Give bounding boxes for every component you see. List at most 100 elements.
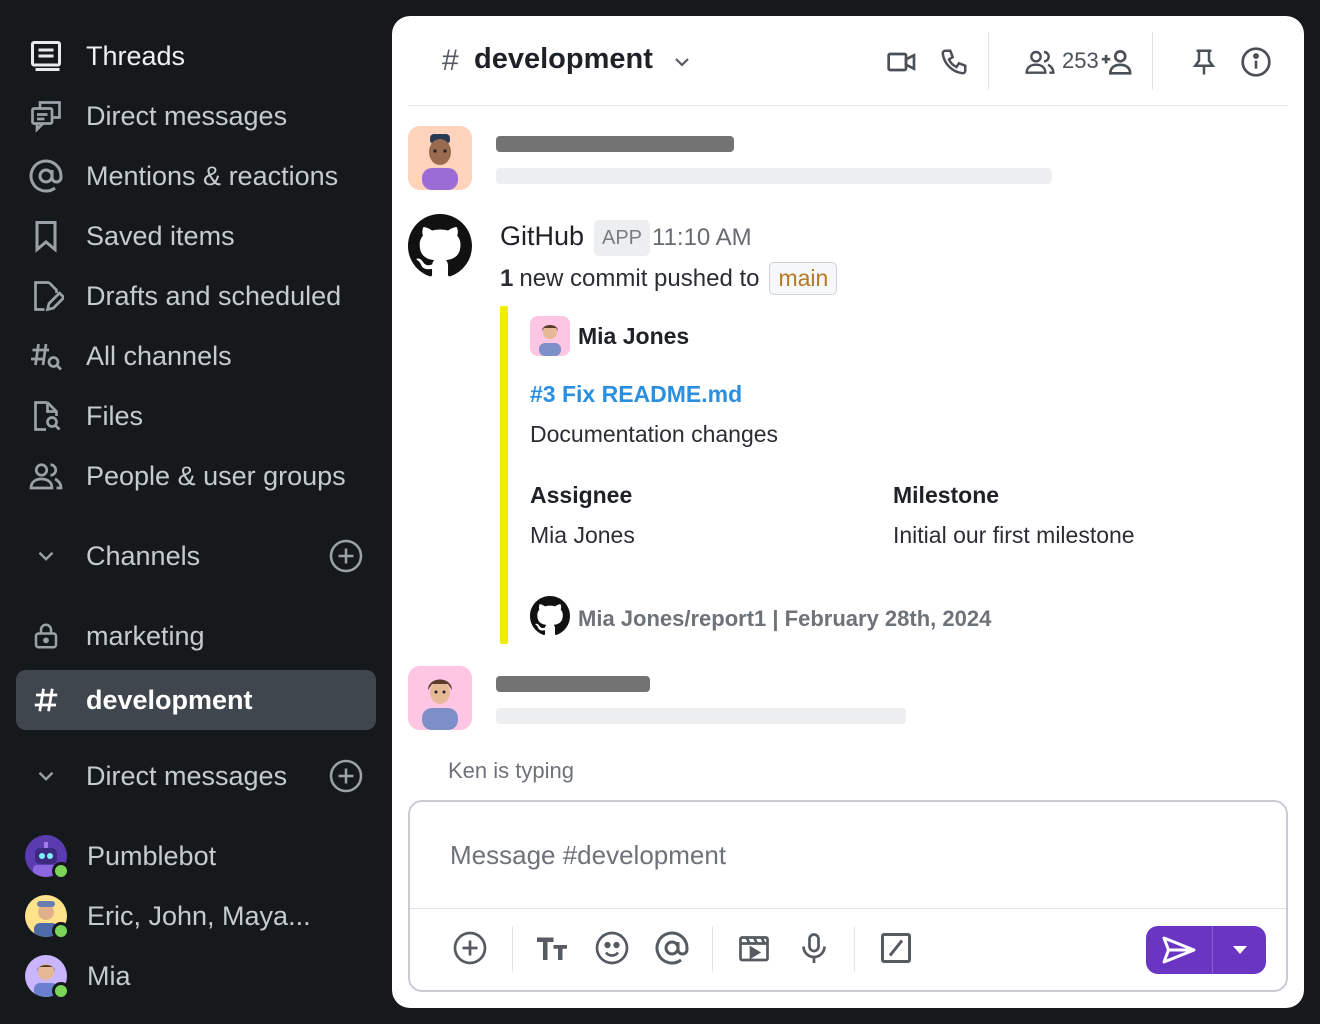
- sidebar-item-files[interactable]: Files: [16, 390, 376, 442]
- lock-icon: [26, 616, 66, 656]
- member-count[interactable]: 253: [1062, 48, 1099, 74]
- video-call-icon[interactable]: [884, 44, 920, 80]
- sidebar-item-label: Drafts and scheduled: [86, 280, 342, 311]
- send-button[interactable]: [1146, 926, 1212, 974]
- channel-hash-icon: #: [442, 44, 459, 77]
- sidebar-item-all-channels[interactable]: All channels: [16, 330, 376, 382]
- sidebar-item-label: development: [86, 684, 253, 715]
- microphone-icon[interactable]: [794, 928, 834, 968]
- online-status-icon: [52, 982, 70, 1000]
- schedule-dropdown-icon[interactable]: [1213, 926, 1266, 974]
- chevron-down-icon[interactable]: [670, 50, 694, 74]
- sidebar-item-label: All channels: [86, 340, 232, 371]
- bookmark-icon: [26, 216, 66, 256]
- phone-icon[interactable]: [936, 44, 972, 80]
- attachment-footer: Mia Jones/report1 | February 28th, 2024: [530, 596, 991, 641]
- video-clip-icon[interactable]: [734, 928, 774, 968]
- message-skeleton-name: [496, 136, 734, 152]
- commit-count: 1: [500, 264, 514, 292]
- sidebar-item-saved[interactable]: Saved items: [16, 210, 376, 262]
- field-title-assignee: Assignee: [530, 482, 633, 508]
- message-timestamp[interactable]: 11:10 AM: [652, 224, 752, 252]
- dms-section-label: Direct messages: [86, 760, 288, 791]
- sidebar-dm-group[interactable]: Eric, John, Maya...: [16, 890, 376, 942]
- online-status-icon: [52, 862, 70, 880]
- channel-view: # development 253 GitHub APP 11:10 AM 1 …: [392, 16, 1304, 1008]
- commit-text: new commit pushed to: [519, 264, 760, 292]
- slash-command-icon[interactable]: [876, 928, 916, 968]
- channel-title[interactable]: development: [474, 43, 653, 76]
- dms-section-toggle[interactable]: Direct messages: [16, 750, 376, 802]
- add-member-icon[interactable]: [1098, 44, 1134, 80]
- add-attachment-icon[interactable]: [450, 928, 490, 968]
- avatar[interactable]: [408, 666, 472, 730]
- sidebar-item-drafts[interactable]: Drafts and scheduled: [16, 270, 376, 322]
- header-divider: [1152, 32, 1153, 90]
- people-icon: [26, 456, 66, 496]
- sidebar-item-direct-messages[interactable]: Direct messages: [16, 90, 376, 142]
- online-status-icon: [52, 922, 70, 940]
- avatar: [25, 835, 70, 880]
- sidebar: Threads Direct messages Mentions & react…: [0, 0, 392, 1024]
- sidebar-item-label: Mia: [87, 960, 131, 991]
- message-input[interactable]: [450, 840, 1230, 871]
- field-value-milestone: Initial our first milestone: [893, 522, 1135, 548]
- message-skeleton-name: [496, 676, 650, 692]
- sidebar-item-label: People & user groups: [86, 460, 346, 491]
- composer-divider: [410, 908, 1286, 909]
- channel-search-icon: [26, 336, 66, 376]
- attachment-footer-text: Mia Jones/report1 | February 28th, 2024: [578, 605, 992, 631]
- toolbar-divider: [854, 926, 855, 972]
- at-sign-icon: [26, 156, 66, 196]
- sidebar-item-threads[interactable]: Threads: [16, 30, 376, 82]
- avatar[interactable]: [408, 126, 472, 190]
- attachment-title-link[interactable]: #3 Fix README.md: [530, 381, 742, 408]
- github-logo-icon[interactable]: [408, 214, 472, 278]
- info-icon[interactable]: [1238, 44, 1274, 80]
- channel-header: # development 253: [408, 16, 1288, 106]
- emoji-icon[interactable]: [592, 928, 632, 968]
- avatar: [25, 955, 70, 1000]
- file-search-icon: [26, 396, 66, 436]
- field-title-milestone: Milestone: [893, 482, 1000, 508]
- sidebar-item-label: Pumblebot: [87, 840, 217, 871]
- chevron-down-icon: [26, 756, 66, 796]
- send-button-group: [1146, 926, 1266, 974]
- message-sender[interactable]: GitHub: [500, 221, 584, 252]
- typing-indicator: Ken is typing: [448, 758, 574, 783]
- attachment-description: Documentation changes: [530, 421, 779, 447]
- avatar: [530, 316, 570, 356]
- members-icon[interactable]: [1022, 44, 1058, 80]
- sidebar-channel-marketing[interactable]: marketing: [16, 610, 376, 662]
- avatar: [25, 895, 70, 940]
- sidebar-item-label: marketing: [86, 620, 205, 651]
- pin-icon[interactable]: [1186, 44, 1222, 80]
- sidebar-item-label: Eric, John, Maya...: [87, 900, 311, 931]
- app-badge: APP: [594, 220, 651, 256]
- toolbar-divider: [712, 926, 713, 972]
- sidebar-item-people[interactable]: People & user groups: [16, 450, 376, 502]
- github-logo-icon: [530, 596, 570, 641]
- add-dm-button[interactable]: [328, 758, 364, 794]
- hash-icon: [26, 680, 66, 720]
- sidebar-item-mentions[interactable]: Mentions & reactions: [16, 150, 376, 202]
- sidebar-item-label: Direct messages: [86, 100, 288, 131]
- sidebar-item-label: Threads: [86, 40, 186, 71]
- add-channel-button[interactable]: [328, 538, 364, 574]
- sidebar-item-label: Mentions & reactions: [86, 160, 339, 191]
- text-format-icon[interactable]: [532, 928, 572, 968]
- message-composer: [408, 800, 1288, 992]
- mention-icon[interactable]: [652, 928, 692, 968]
- sidebar-dm-mia[interactable]: Mia: [16, 950, 376, 1002]
- header-divider: [988, 32, 989, 90]
- threads-icon: [26, 36, 66, 76]
- sidebar-dm-pumblebot[interactable]: Pumblebot: [16, 830, 376, 882]
- channels-section-toggle[interactable]: Channels: [16, 530, 376, 582]
- attachment-author-name: Mia Jones: [578, 322, 690, 349]
- attachment-author: Mia Jones: [530, 316, 689, 356]
- field-value-assignee: Mia Jones: [530, 522, 635, 548]
- toolbar-divider: [512, 926, 513, 972]
- message-skeleton-text: [496, 168, 1052, 184]
- message-body: 1 new commit pushed to main: [500, 262, 838, 295]
- sidebar-channel-development[interactable]: development: [16, 670, 376, 730]
